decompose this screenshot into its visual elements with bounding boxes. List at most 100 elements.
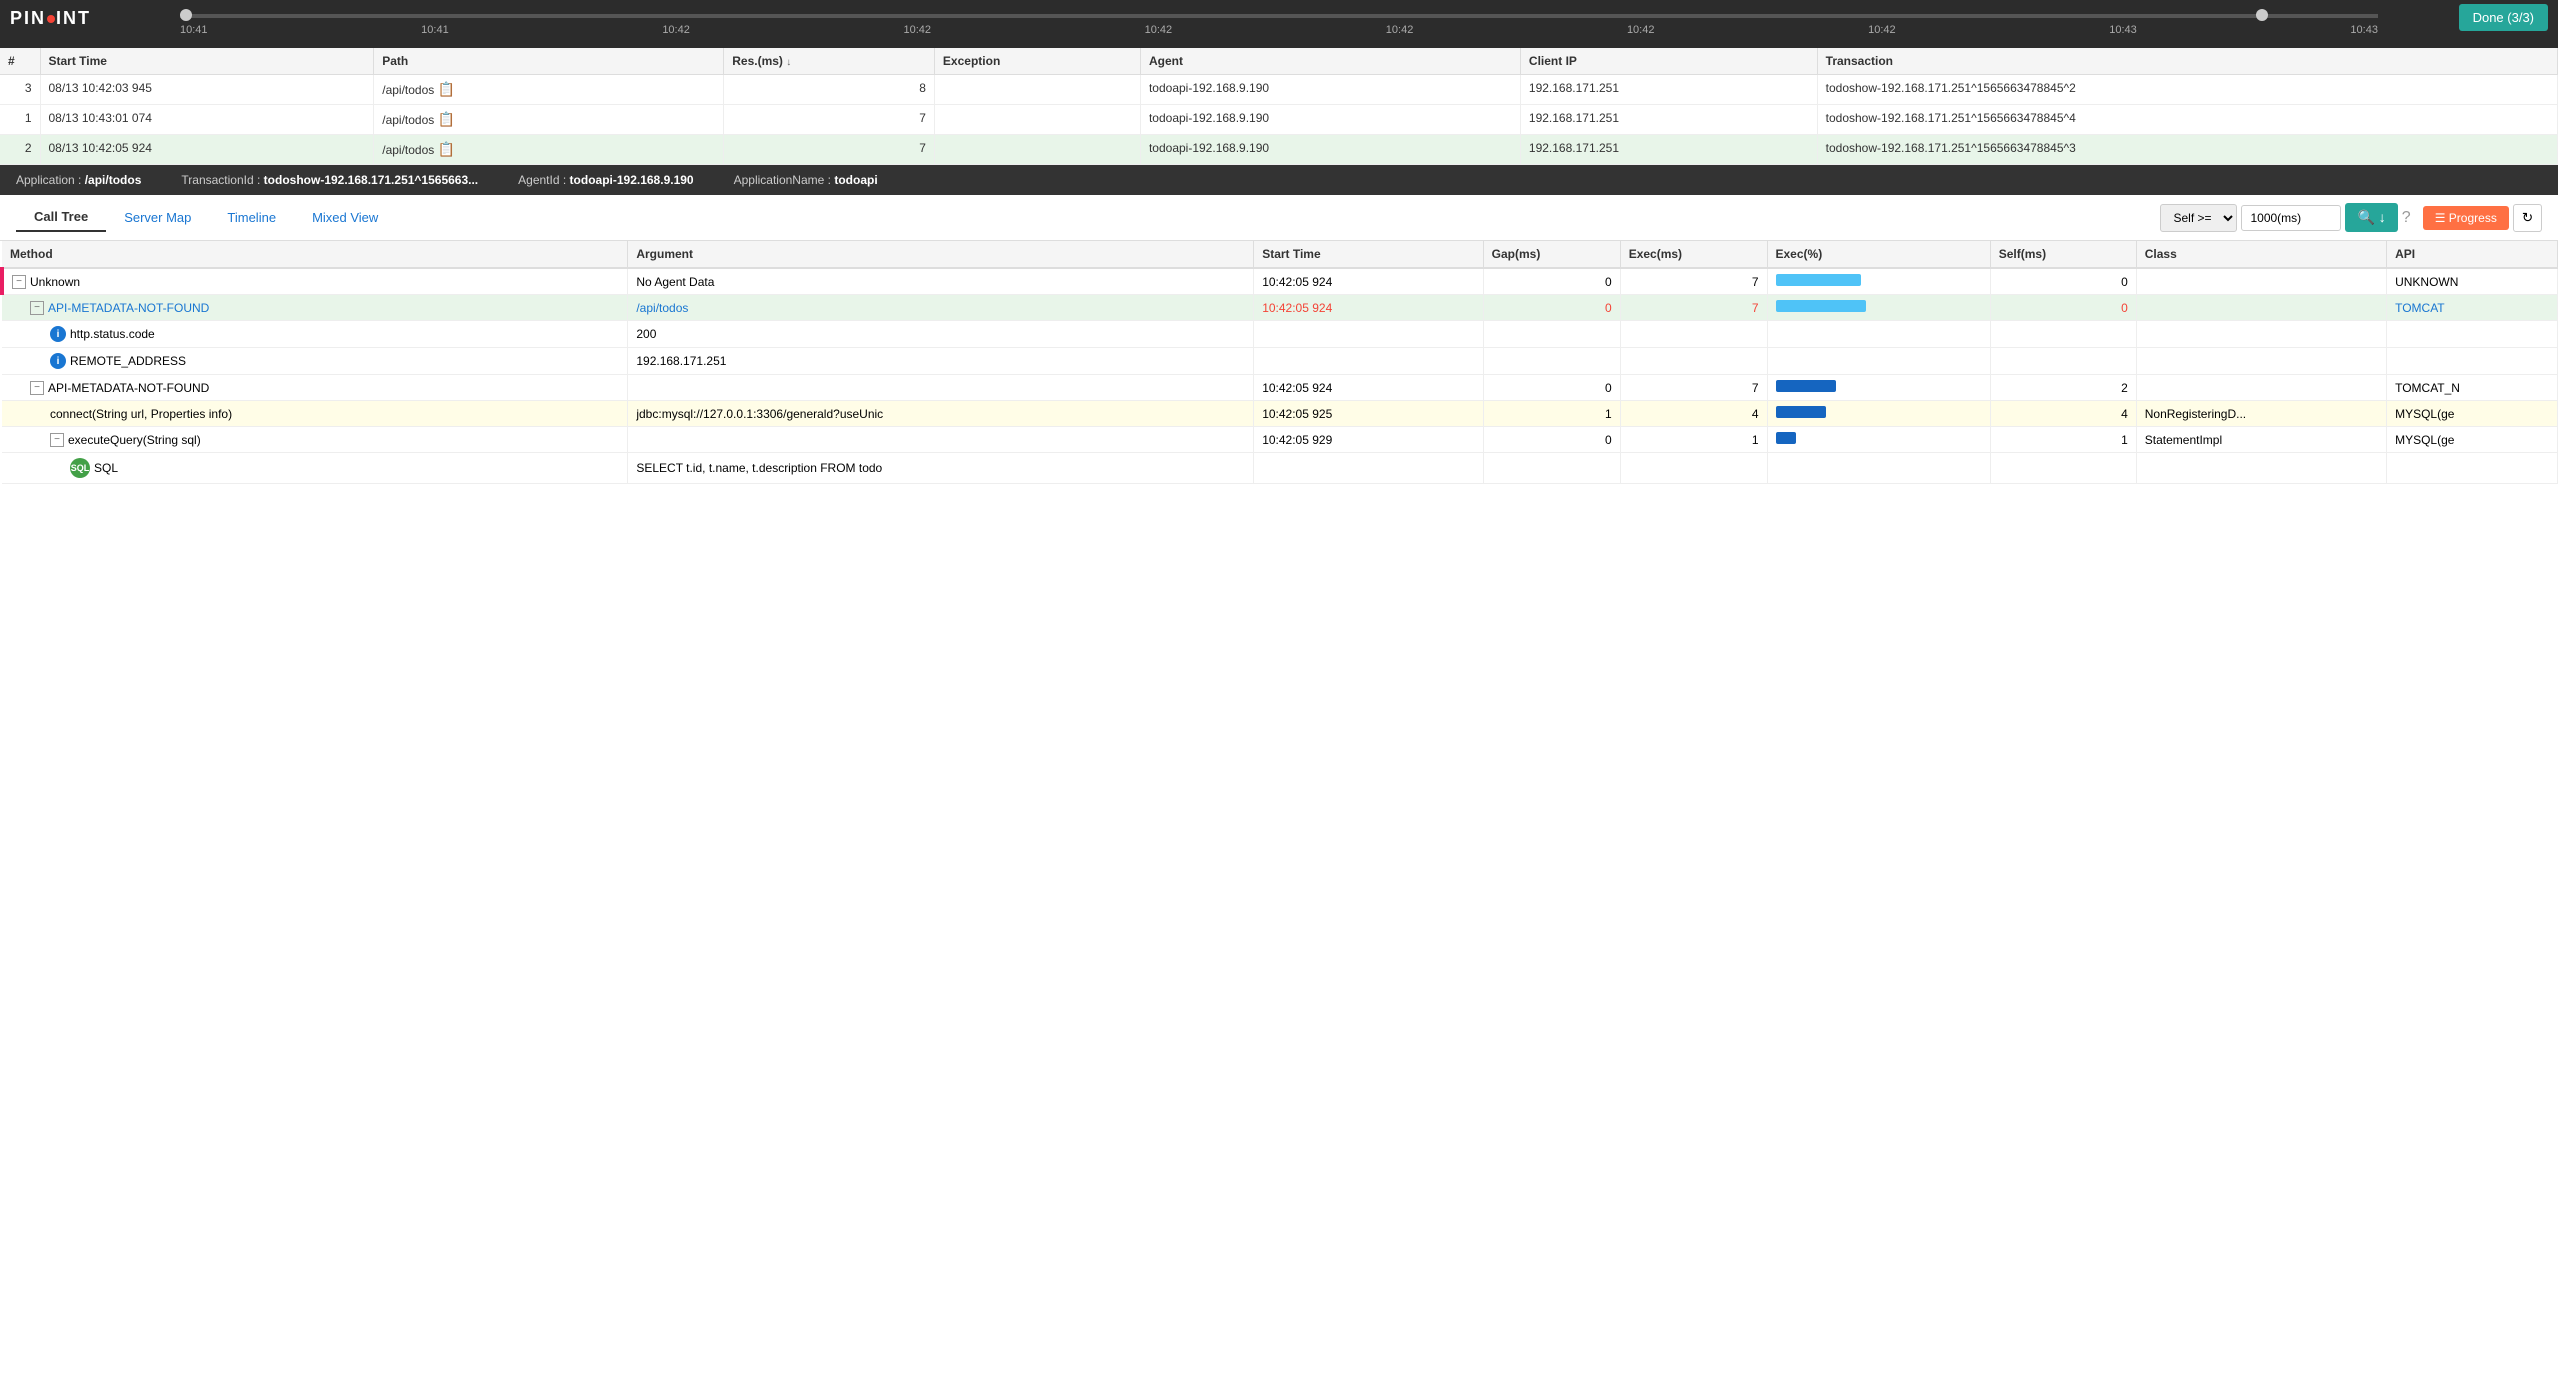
cell-exception xyxy=(934,105,1140,135)
ct-cell-exec-pct xyxy=(1767,348,1990,375)
ct-cell-start-time: 10:42:05 929 xyxy=(1254,427,1483,453)
col-header-client-ip: Client IP xyxy=(1520,48,1817,75)
doc-icon: 📋 xyxy=(438,81,455,97)
filter-input[interactable] xyxy=(2241,205,2341,231)
time-label-2: 10:41 xyxy=(421,24,449,36)
ct-cell-argument: 200 xyxy=(628,321,1254,348)
search-button[interactable]: 🔍 ↓ xyxy=(2345,203,2397,232)
table-row[interactable]: 2 08/13 10:42:05 924 /api/todos 📋 7 todo… xyxy=(0,135,2558,165)
ct-cell-method: − executeQuery(String sql) xyxy=(2,427,628,453)
ct-cell-start-time xyxy=(1254,348,1483,375)
expand-icon[interactable]: − xyxy=(30,381,44,395)
logo-dot xyxy=(47,15,55,23)
ct-cell-argument: jdbc:mysql://127.0.0.1:3306/generald?use… xyxy=(628,401,1254,427)
ct-cell-exec: 1 xyxy=(1620,427,1767,453)
ct-cell-method: i REMOTE_ADDRESS xyxy=(2,348,628,375)
tab-mixed-view[interactable]: Mixed View xyxy=(294,204,396,231)
ct-cell-gap: 0 xyxy=(1483,295,1620,321)
view-tabs-bar: Call Tree Server Map Timeline Mixed View… xyxy=(0,195,2558,241)
ct-cell-start-time: 10:42:05 924 xyxy=(1254,268,1483,295)
filter-select[interactable]: Self >= xyxy=(2160,204,2237,232)
cell-res-ms: 7 xyxy=(724,105,935,135)
ct-cell-self: 0 xyxy=(1990,295,2136,321)
ct-cell-gap: 0 xyxy=(1483,268,1620,295)
logo-text: PIN xyxy=(10,8,46,29)
info-transaction: TransactionId : todoshow-192.168.171.251… xyxy=(181,173,478,187)
ct-cell-start-time xyxy=(1254,321,1483,348)
cell-start-time: 08/13 10:42:05 924 xyxy=(40,135,374,165)
cell-client-ip: 192.168.171.251 xyxy=(1520,105,1817,135)
expand-icon[interactable]: − xyxy=(50,433,64,447)
col-header-path: Path xyxy=(374,48,724,75)
col-header-res-ms[interactable]: Res.(ms) ↓ xyxy=(724,48,935,75)
table-row[interactable]: 3 08/13 10:42:03 945 /api/todos 📋 8 todo… xyxy=(0,75,2558,105)
col-header-agent: Agent xyxy=(1140,48,1520,75)
cell-path: /api/todos 📋 xyxy=(374,105,724,135)
ct-cell-gap: 0 xyxy=(1483,375,1620,401)
call-tree-row: i http.status.code 200 xyxy=(2,321,2558,348)
cell-exception xyxy=(934,135,1140,165)
ct-cell-argument: 192.168.171.251 xyxy=(628,348,1254,375)
ct-cell-gap xyxy=(1483,453,1620,484)
cell-num: 1 xyxy=(0,105,40,135)
ct-cell-self: 1 xyxy=(1990,427,2136,453)
ct-header-start-time: Start Time xyxy=(1254,241,1483,268)
col-header-start-time: Start Time xyxy=(40,48,374,75)
ct-header-exec-pct: Exec(%) xyxy=(1767,241,1990,268)
table-row[interactable]: 1 08/13 10:43:01 074 /api/todos 📋 7 todo… xyxy=(0,105,2558,135)
done-button[interactable]: Done (3/3) xyxy=(2459,4,2548,31)
tab-server-map[interactable]: Server Map xyxy=(106,204,209,231)
info-appname: ApplicationName : todoapi xyxy=(734,173,878,187)
ct-cell-class xyxy=(2136,268,2386,295)
ct-cell-gap xyxy=(1483,348,1620,375)
time-label-7: 10:42 xyxy=(1627,24,1655,36)
ct-cell-self: 2 xyxy=(1990,375,2136,401)
cell-res-ms: 8 xyxy=(724,75,935,105)
expand-icon[interactable]: − xyxy=(12,275,26,289)
ct-cell-method: SQL SQL xyxy=(2,453,628,484)
cell-agent: todoapi-192.168.9.190 xyxy=(1140,75,1520,105)
ct-cell-argument xyxy=(628,427,1254,453)
refresh-button[interactable]: ↻ xyxy=(2513,204,2542,232)
ct-cell-exec-pct xyxy=(1767,427,1990,453)
call-tree-table: Method Argument Start Time Gap(ms) Exec(… xyxy=(0,241,2558,484)
filter-area: Self >= 🔍 ↓ ? ☰ Progress ↻ xyxy=(2160,203,2542,232)
progress-button[interactable]: ☰ Progress xyxy=(2423,206,2509,230)
tab-call-tree[interactable]: Call Tree xyxy=(16,203,106,232)
ct-cell-method: − Unknown xyxy=(2,268,628,295)
ct-cell-exec xyxy=(1620,321,1767,348)
ct-cell-self xyxy=(1990,348,2136,375)
ct-cell-class xyxy=(2136,375,2386,401)
cell-agent: todoapi-192.168.9.190 xyxy=(1140,135,1520,165)
transaction-table: # Start Time Path Res.(ms) ↓ Exception A… xyxy=(0,48,2558,165)
time-label-5: 10:42 xyxy=(1145,24,1173,36)
logo-text2: INT xyxy=(56,8,91,29)
cell-client-ip: 192.168.171.251 xyxy=(1520,75,1817,105)
cell-transaction: todoshow-192.168.171.251^1565663478845^4 xyxy=(1817,105,2557,135)
ct-cell-class xyxy=(2136,295,2386,321)
ct-cell-gap xyxy=(1483,321,1620,348)
call-tree-row: − API-METADATA-NOT-FOUND 10:42:05 924 0 … xyxy=(2,375,2558,401)
ct-cell-argument: /api/todos xyxy=(628,295,1254,321)
call-tree-row: − API-METADATA-NOT-FOUND /api/todos 10:4… xyxy=(2,295,2558,321)
ct-cell-exec-pct xyxy=(1767,268,1990,295)
cell-start-time: 08/13 10:42:03 945 xyxy=(40,75,374,105)
time-label-4: 10:42 xyxy=(903,24,931,36)
info-application: Application : /api/todos xyxy=(16,173,141,187)
ct-cell-exec: 7 xyxy=(1620,268,1767,295)
help-button[interactable]: ? xyxy=(2402,209,2411,227)
ct-cell-self: 4 xyxy=(1990,401,2136,427)
call-tree-row: connect(String url, Properties info) jdb… xyxy=(2,401,2558,427)
call-tree-container: Method Argument Start Time Gap(ms) Exec(… xyxy=(0,241,2558,484)
ct-header-method: Method xyxy=(2,241,628,268)
expand-icon[interactable]: − xyxy=(30,301,44,315)
ct-cell-api: MYSQL(ge xyxy=(2387,427,2558,453)
info-icon: i xyxy=(50,353,66,369)
tab-timeline[interactable]: Timeline xyxy=(209,204,294,231)
doc-icon: 📋 xyxy=(438,141,455,157)
cell-transaction: todoshow-192.168.171.251^1565663478845^3 xyxy=(1817,135,2557,165)
ct-cell-self xyxy=(1990,453,2136,484)
ct-cell-class: StatementImpl xyxy=(2136,427,2386,453)
transaction-table-container: # Start Time Path Res.(ms) ↓ Exception A… xyxy=(0,48,2558,165)
ct-cell-exec: 4 xyxy=(1620,401,1767,427)
